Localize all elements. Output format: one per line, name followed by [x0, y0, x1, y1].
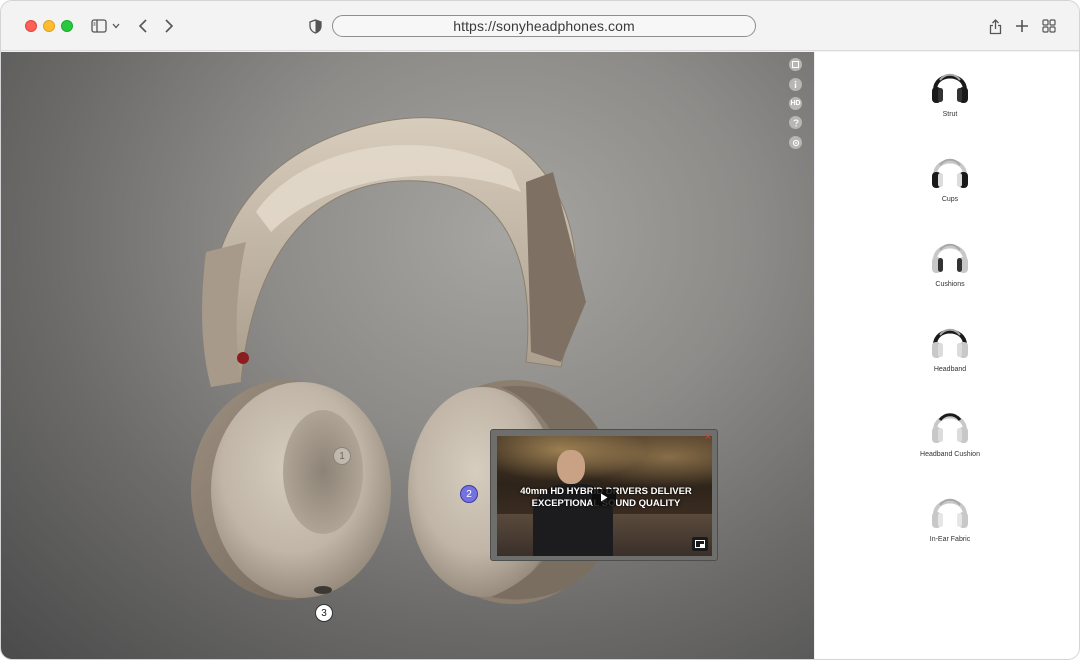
part-item-headband-cushion[interactable]: Headband Cushion [905, 406, 995, 466]
forward-icon[interactable] [159, 16, 179, 36]
browser-toolbar: https://sonyheadphones.com [1, 1, 1079, 51]
hotspot-label: 2 [466, 488, 472, 500]
fullscreen-icon[interactable] [789, 58, 802, 71]
help-icon[interactable] [789, 116, 802, 129]
video-person [557, 450, 585, 484]
part-label: Headband [933, 366, 967, 373]
headphones-thumbnail-icon [932, 243, 968, 273]
shield-icon[interactable] [305, 16, 325, 36]
parts-sidebar: Strut Cups Cushions Headband Headband Cushio… [815, 52, 1079, 659]
part-label: Headband Cushion [920, 451, 980, 458]
headphones-thumbnail-icon [932, 158, 968, 188]
close-window-button[interactable] [25, 20, 37, 32]
video-close-button[interactable]: × [703, 432, 713, 443]
info-icon[interactable] [789, 78, 802, 91]
headphones-thumbnail-icon [932, 328, 968, 358]
share-icon[interactable] [985, 16, 1005, 36]
picture-in-picture-button[interactable] [692, 537, 708, 551]
settings-icon[interactable] [789, 136, 802, 149]
hotspot-3[interactable]: 3 [315, 604, 333, 622]
part-item-cups[interactable]: Cups [905, 151, 995, 211]
chevron-down-icon[interactable] [109, 16, 123, 36]
plus-icon[interactable] [1012, 16, 1032, 36]
hd-icon[interactable]: HD [789, 97, 802, 110]
zoom-window-button[interactable] [61, 20, 73, 32]
part-label: Cushions [935, 281, 965, 288]
part-item-cushions[interactable]: Cushions [905, 236, 995, 296]
hotspot-2[interactable]: 2 [460, 485, 478, 503]
part-item-headband[interactable]: Headband [905, 321, 995, 381]
play-icon [601, 493, 608, 502]
product-3d-viewer[interactable]: HD 1 2 3 40mm HD HYBRID DRIVERS DELIVER … [1, 52, 814, 660]
part-item-in-ear-fabric[interactable]: In-Ear Fabric [905, 491, 995, 551]
browser-window: https://sonyheadphones.com HD 1 2 3 40mm… [0, 0, 1080, 660]
hotspot-label: 1 [339, 450, 345, 462]
url-text: https://sonyheadphones.com [453, 18, 635, 34]
minimize-window-button[interactable] [43, 20, 55, 32]
pip-icon [695, 540, 705, 548]
part-label: Strut [942, 111, 958, 118]
play-button[interactable] [592, 489, 616, 506]
hotspot-label: 3 [321, 607, 327, 619]
hd-label: HD [790, 100, 801, 107]
sidebar-toggle-icon[interactable] [89, 16, 109, 36]
headphones-thumbnail-icon [932, 498, 968, 528]
part-label: In-Ear Fabric [929, 536, 971, 543]
part-label: Cups [941, 196, 959, 203]
headphones-model[interactable] [1, 52, 814, 660]
tabs-grid-icon[interactable] [1039, 16, 1059, 36]
back-icon[interactable] [133, 16, 153, 36]
hotspot-1[interactable]: 1 [333, 447, 351, 465]
headphones-thumbnail-icon [932, 413, 968, 443]
video-player[interactable]: 40mm HD HYBRID DRIVERS DELIVER EXCEPTION… [497, 436, 712, 556]
address-bar[interactable]: https://sonyheadphones.com [332, 15, 756, 37]
part-item-strut[interactable]: Strut [905, 66, 995, 126]
headphones-thumbnail-icon [932, 73, 968, 103]
video-popup[interactable]: 40mm HD HYBRID DRIVERS DELIVER EXCEPTION… [490, 429, 718, 561]
